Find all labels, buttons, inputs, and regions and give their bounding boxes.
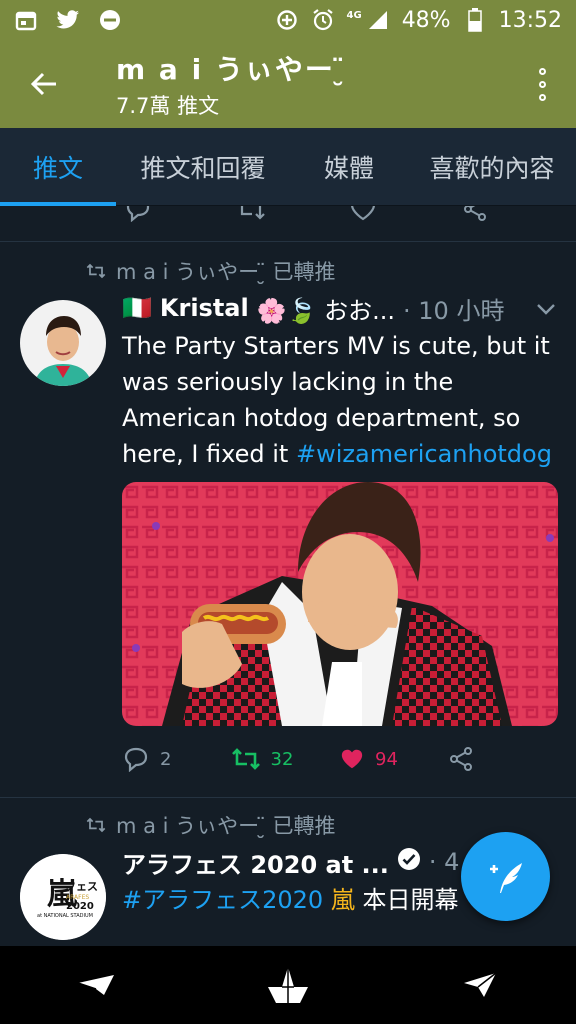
retweeted-by-label: m a i うぃやー ̮̈ 已轉推: [116, 814, 336, 838]
name-suffix: 🌸🍃 おお...: [256, 296, 396, 325]
share-button[interactable]: [448, 746, 557, 772]
retweet-context: m a i うぃやー ̮̈ 已轉推: [0, 254, 576, 288]
avatar[interactable]: [20, 300, 106, 386]
verified-badge-icon: [397, 847, 421, 877]
paper-plane-recents-icon: [464, 972, 497, 997]
more-options-button[interactable]: [522, 54, 562, 114]
like-count: 94: [375, 748, 398, 770]
do-not-disturb-icon: [98, 8, 122, 32]
retweet-small-icon: [86, 263, 106, 279]
tweet-header: 🇮🇹 Kristal 🌸🍃 おお... · 10 小時: [122, 288, 556, 328]
network-type: 4G: [346, 9, 362, 21]
like-button[interactable]: 94: [339, 747, 448, 771]
battery-icon: [463, 8, 487, 32]
paper-boat-home-icon: [268, 967, 308, 1003]
retweet-small-icon: [86, 817, 106, 833]
more-dot-icon: [538, 80, 546, 88]
avatar[interactable]: 嵐 フェス ARAFES 2020 at NATIONAL STADIUM: [20, 854, 106, 940]
hashtag-link[interactable]: #アラフェス2020: [122, 886, 323, 914]
tweet[interactable]: m a i うぃやー ̮̈ 已轉推 🇮🇹 Kristal 🌸🍃 おお... · …: [0, 254, 576, 790]
alarm-icon: [311, 8, 335, 32]
tweet-media-image[interactable]: [122, 482, 558, 726]
logo-line1: フェス: [65, 880, 98, 893]
back-button[interactable]: [14, 54, 74, 114]
logo-line2: ARAFES: [66, 894, 89, 901]
nav-recents-button[interactable]: [440, 955, 520, 1015]
battery-percent: 48%: [401, 7, 451, 33]
tweet-time: · 4: [428, 848, 460, 876]
app-bar: m a i うぃやー ̮̈ 7.7萬 推文: [0, 40, 576, 128]
like-icon[interactable]: [350, 206, 376, 226]
tab-likes[interactable]: 喜歡的內容: [408, 128, 576, 206]
logo-line4: at NATIONAL STADIUM: [37, 913, 93, 919]
hashtag-link[interactable]: #wizamericanhotdog: [296, 440, 552, 468]
reply-count: 2: [160, 748, 172, 770]
reply-icon: [124, 747, 148, 772]
share-icon[interactable]: [462, 206, 488, 226]
tweet-text-line: American hotdog department, so: [122, 404, 521, 432]
heart-icon: [341, 749, 363, 769]
data-saver-icon: [275, 8, 299, 32]
display-name[interactable]: Kristal: [160, 294, 249, 322]
profile-tabs: 推文 推文和回覆 媒體 喜歡的內容: [0, 128, 576, 206]
flag-emoji: 🇮🇹: [122, 294, 152, 322]
retweet-icon[interactable]: [236, 206, 266, 226]
chevron-down-icon[interactable]: [536, 294, 556, 322]
calendar-icon: [14, 8, 38, 32]
back-arrow-icon: [30, 72, 56, 96]
clock: 13:52: [498, 7, 562, 33]
tweet-count: 7.7萬 推文: [116, 94, 220, 118]
reply-button[interactable]: 2: [122, 746, 231, 772]
tweet-text-line: 本日開幕: [362, 886, 459, 914]
tweet-text-line: The Party Starters MV is cute, but it: [122, 332, 550, 360]
display-name[interactable]: アラフェス 2020 at ...: [122, 845, 389, 880]
tweet-time: · 10 小時: [403, 296, 505, 325]
tweet-divider: [0, 797, 576, 798]
status-bar: 4G 48% 13:52: [0, 0, 576, 40]
retweeted-by-label: m a i うぃやー ̮̈ 已轉推: [116, 260, 336, 284]
reply-icon[interactable]: [124, 206, 152, 226]
tweet-text: The Party Starters MV is cute, but it wa…: [122, 328, 556, 472]
signal-icon: [366, 8, 390, 32]
tweet-text-line: here, I fixed it: [122, 440, 289, 468]
twitter-bird-icon: [56, 8, 80, 32]
previous-tweet-actions: [0, 206, 576, 242]
compose-feather-icon: [489, 862, 522, 893]
tab-media[interactable]: 媒體: [290, 128, 408, 206]
nav-back-button[interactable]: [56, 955, 136, 1015]
tab-tweets[interactable]: 推文: [0, 128, 116, 206]
nav-home-button[interactable]: [248, 955, 328, 1015]
compose-tweet-button[interactable]: [461, 832, 550, 921]
tweet-text-line: was seriously lacking in the: [122, 368, 454, 396]
retweet-count: 32: [270, 748, 294, 770]
logo-line3: 2020: [66, 901, 94, 912]
retweet-button[interactable]: 32: [231, 746, 340, 772]
tweet-actions: 2 32 94: [122, 728, 556, 790]
system-nav-bar: [0, 946, 576, 1024]
storm-emoji-icon: 嵐: [330, 886, 355, 914]
more-dot-icon: [538, 93, 546, 101]
more-dot-icon: [538, 67, 546, 75]
profile-name: m a i うぃやー ̮̈: [116, 53, 347, 86]
tab-tweets-and-replies[interactable]: 推文和回覆: [116, 128, 290, 206]
paper-plane-back-icon: [77, 975, 114, 995]
retweet-icon: [231, 748, 260, 770]
share-icon: [449, 747, 472, 771]
